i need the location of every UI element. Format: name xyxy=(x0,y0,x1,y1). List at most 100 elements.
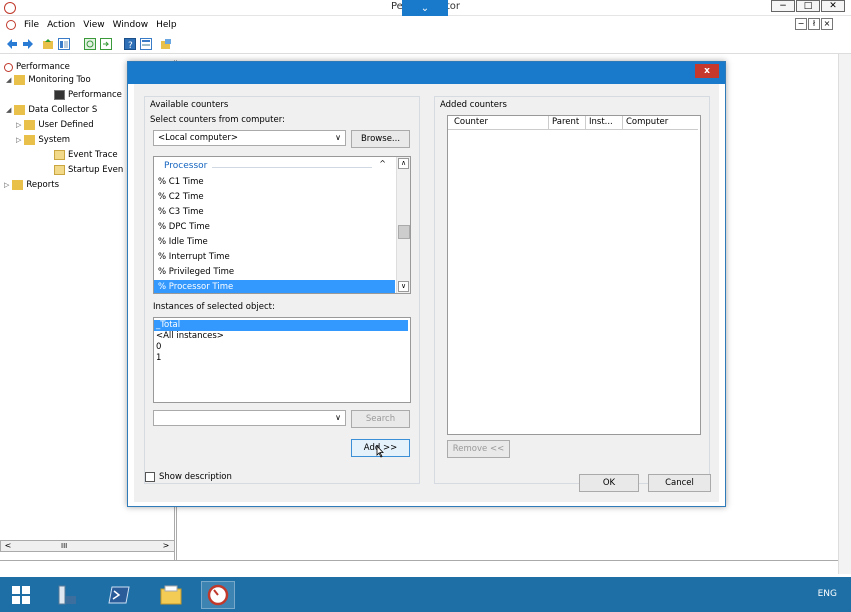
file-icon xyxy=(54,150,65,160)
performance-monitor-icon xyxy=(207,584,229,606)
instances-list[interactable]: _Total <All instances> 0 1 xyxy=(153,317,411,403)
tree-item-monitoring-tools[interactable]: ◢ Monitoring Too xyxy=(6,75,91,85)
divider xyxy=(212,167,372,168)
added-counters-table[interactable]: Counter Parent Inst... Computer xyxy=(447,115,701,435)
inner-close-button[interactable]: × xyxy=(821,18,833,30)
instance-item[interactable]: 0 xyxy=(156,342,161,353)
tree-item-reports[interactable]: ▷ Reports xyxy=(4,180,59,190)
select-computer-label: Select counters from computer: xyxy=(150,115,285,125)
performance-monitor-icon[interactable] xyxy=(6,19,16,30)
folder-icon xyxy=(12,180,24,190)
menu-help[interactable]: Help xyxy=(156,20,177,30)
file-explorer-button[interactable] xyxy=(154,581,188,609)
help-icon[interactable]: ? xyxy=(124,38,136,50)
added-counters-group: Added counters Counter Parent Inst... Co… xyxy=(434,96,710,484)
tree-item-performance-monitor[interactable]: Performance xyxy=(54,90,122,100)
remove-button[interactable]: Remove << xyxy=(447,440,510,458)
show-hide-tree-icon[interactable] xyxy=(58,38,70,50)
scroll-right-button[interactable]: > xyxy=(161,541,171,551)
menu-file[interactable]: File xyxy=(24,20,39,30)
ok-button[interactable]: OK xyxy=(579,474,639,492)
scroll-up-icon[interactable]: ∧ xyxy=(398,158,409,169)
scroll-thumb[interactable]: III xyxy=(61,541,67,551)
column-computer[interactable]: Computer xyxy=(626,117,668,127)
expanded-arrow-icon[interactable]: ◢ xyxy=(6,106,11,114)
export-icon[interactable] xyxy=(100,38,112,50)
folder-icon xyxy=(24,120,36,130)
dialog-header: x xyxy=(128,62,725,84)
add-counters-dialog: x Available counters Select counters fro… xyxy=(127,61,726,507)
start-icon xyxy=(12,586,30,604)
column-divider xyxy=(548,116,549,130)
counter-item[interactable]: % Interrupt Time xyxy=(158,250,230,264)
tree-item-user-defined[interactable]: ▷ User Defined xyxy=(16,120,94,130)
counter-item[interactable]: % C3 Time xyxy=(158,205,204,219)
server-manager-button[interactable] xyxy=(50,581,84,609)
horizontal-scrollbar[interactable]: < III > xyxy=(0,540,175,552)
column-instance[interactable]: Inst... xyxy=(589,117,613,127)
column-divider xyxy=(622,116,623,130)
chevron-down-icon: ∨ xyxy=(335,413,341,422)
search-button[interactable]: Search xyxy=(351,410,410,428)
close-button[interactable]: ✕ xyxy=(821,0,845,12)
toolbar: ? xyxy=(0,34,851,54)
counter-item-selected[interactable]: % Processor Time xyxy=(154,280,395,293)
counter-item[interactable]: % Idle Time xyxy=(158,235,208,249)
counters-scrollbar[interactable]: ∧ ∨ xyxy=(396,157,410,293)
tree-item-startup-event[interactable]: Startup Even xyxy=(54,165,123,175)
available-counters-label: Available counters xyxy=(150,100,229,110)
back-arrow-icon[interactable] xyxy=(6,38,18,50)
svg-text:?: ? xyxy=(128,41,133,50)
collapse-icon[interactable]: ^ xyxy=(379,159,386,168)
counter-item[interactable]: % Privileged Time xyxy=(158,265,234,279)
title-bar: Perfor…onitor ⌄ − □ ✕ xyxy=(0,0,851,20)
taskbar: ENG xyxy=(0,577,851,612)
minimize-button[interactable]: − xyxy=(771,0,795,12)
dialog-close-button[interactable]: x xyxy=(695,64,719,78)
up-folder-icon[interactable] xyxy=(42,38,54,50)
column-counter[interactable]: Counter xyxy=(454,117,488,127)
counter-group-processor[interactable]: Processor xyxy=(164,161,207,171)
powershell-button[interactable] xyxy=(102,581,136,609)
new-window-icon[interactable] xyxy=(160,38,172,50)
powershell-icon xyxy=(108,586,130,604)
counter-item[interactable]: % C2 Time xyxy=(158,190,204,204)
computer-select[interactable]: <Local computer> ∨ xyxy=(153,130,346,146)
search-input[interactable]: ∨ xyxy=(153,410,346,426)
language-indicator[interactable]: ENG xyxy=(818,589,837,599)
counter-item[interactable]: % C1 Time xyxy=(158,175,204,189)
properties-icon[interactable] xyxy=(140,38,152,50)
counter-item[interactable]: % DPC Time xyxy=(158,220,210,234)
expanded-arrow-icon[interactable]: ◢ xyxy=(6,76,11,84)
collapsed-arrow-icon[interactable]: ▷ xyxy=(16,136,21,144)
menu-window[interactable]: Window xyxy=(113,20,149,30)
browse-button[interactable]: Browse... xyxy=(351,130,410,148)
inner-restore-button[interactable]: ł xyxy=(808,18,820,30)
show-description-checkbox[interactable] xyxy=(145,472,155,482)
performance-monitor-taskbar-button[interactable] xyxy=(201,581,235,609)
collapsed-arrow-icon[interactable]: ▷ xyxy=(16,121,21,129)
scroll-left-button[interactable]: < xyxy=(3,541,13,551)
inner-minimize-button[interactable]: − xyxy=(795,18,807,30)
scroll-down-icon[interactable]: ∨ xyxy=(398,281,409,292)
start-button[interactable] xyxy=(4,581,38,609)
counters-list[interactable]: Processor ^ % C1 Time % C2 Time % C3 Tim… xyxy=(153,156,411,294)
tree-item-event-trace[interactable]: Event Trace xyxy=(54,150,118,160)
show-description-label: Show description xyxy=(159,472,232,482)
tree-item-system[interactable]: ▷ System xyxy=(16,135,70,145)
instance-item[interactable]: 1 xyxy=(156,353,161,364)
column-parent[interactable]: Parent xyxy=(552,117,579,127)
menu-action[interactable]: Action xyxy=(47,20,75,30)
collapsed-arrow-icon[interactable]: ▷ xyxy=(4,181,9,189)
forward-arrow-icon[interactable] xyxy=(22,38,34,50)
instance-item-selected[interactable]: _Total xyxy=(154,320,408,331)
tree-item-data-collector-sets[interactable]: ◢ Data Collector S xyxy=(6,105,97,115)
menu-view[interactable]: View xyxy=(83,20,104,30)
scroll-thumb[interactable] xyxy=(398,225,410,239)
maximize-button[interactable]: □ xyxy=(796,0,820,12)
tree-item-performance[interactable]: Performance xyxy=(4,62,70,72)
cancel-button[interactable]: Cancel xyxy=(648,474,711,492)
instance-item[interactable]: <All instances> xyxy=(156,331,224,342)
main-vertical-scrollbar[interactable] xyxy=(838,54,851,574)
search-icon[interactable] xyxy=(84,38,96,50)
